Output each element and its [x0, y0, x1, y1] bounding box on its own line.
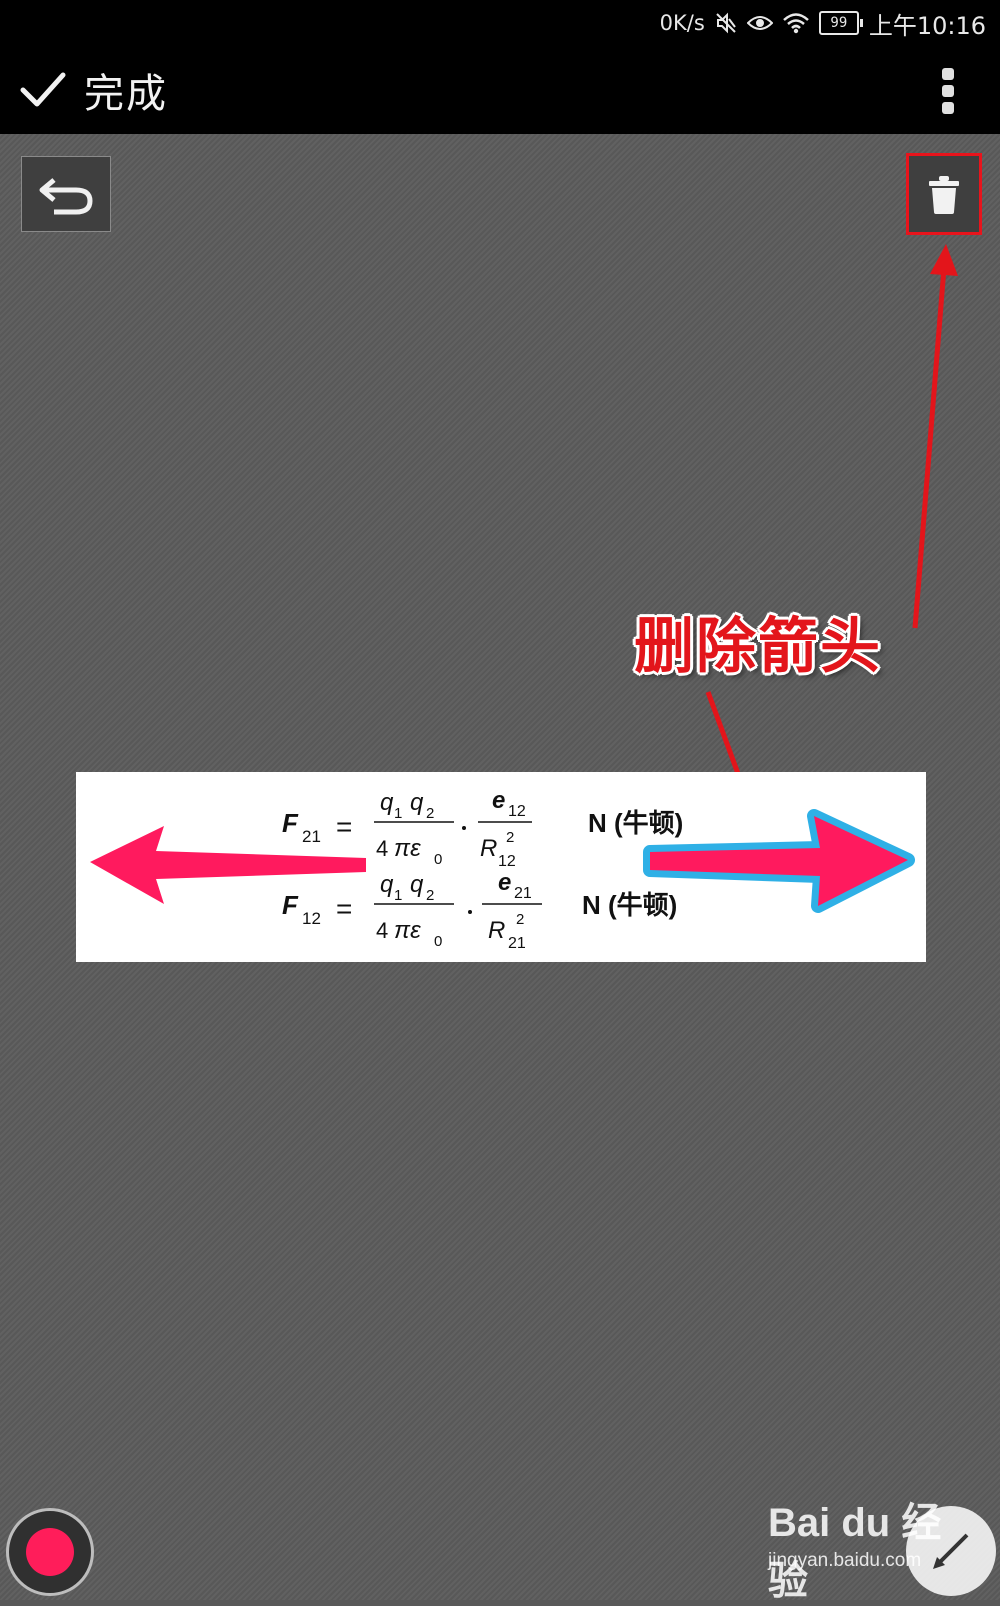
formula2-vec: e — [498, 869, 511, 896]
status-right: 0K/s 99 上午10:16 — [659, 8, 986, 40]
network-speed: 0K/s — [659, 11, 705, 35]
pen-tool-button[interactable] — [906, 1506, 996, 1596]
more-vertical-icon — [942, 68, 954, 80]
formula1-vec-sub: 12 — [508, 803, 526, 820]
formula1-vec: e — [492, 787, 505, 814]
formula2-den-sub: 0 — [434, 933, 442, 950]
formula1-vec-den-sup: 2 — [506, 829, 514, 846]
check-icon — [20, 72, 66, 107]
formula1-lhs: F — [282, 808, 299, 838]
wifi-icon — [782, 13, 809, 34]
formula2-den-4: 4 — [376, 918, 388, 943]
mute-icon — [716, 12, 736, 34]
eye-icon — [746, 16, 773, 30]
color-picker-button[interactable] — [6, 1508, 94, 1596]
formula2-den-pi: πε — [394, 917, 421, 944]
clock: 上午10:16 — [868, 11, 986, 40]
formula2-num-q1: q — [380, 871, 394, 898]
right-arrow-shape[interactable] — [650, 816, 908, 906]
watermark-url: jingyan.baidu.com — [768, 1550, 922, 1571]
formula2-num-sub1: 1 — [394, 887, 402, 904]
formula2-lhs: F — [282, 890, 299, 920]
formula2-unit: N (牛顿) — [582, 890, 677, 920]
formula1-unit: N (牛顿) — [588, 808, 683, 838]
formula1-vec-den: R — [480, 835, 497, 862]
formula1-num-q2: q — [410, 789, 424, 816]
left-arrow-shape[interactable] — [90, 826, 366, 904]
formula2-vec-den-sub: 21 — [508, 935, 526, 952]
formula2-lhs-sub: 12 — [302, 909, 321, 928]
formula2-vec-den: R — [488, 917, 505, 944]
done-label: 完成 — [84, 71, 168, 117]
status-bar: 0K/s 99 上午10:16 — [0, 0, 1000, 44]
top-action-bar: 完成 — [0, 44, 1000, 134]
formula1-num-sub2: 2 — [426, 805, 434, 822]
battery-icon: 99 — [818, 11, 863, 35]
trash-icon — [929, 176, 959, 214]
formula1-num-q1: q — [380, 789, 394, 816]
annotation-label: 删除箭头 — [634, 612, 882, 682]
formula1-den-sub: 0 — [434, 851, 442, 868]
svg-text:=: = — [336, 811, 352, 842]
undo-button[interactable] — [21, 156, 111, 232]
more-options-button[interactable] — [936, 68, 960, 114]
delete-button[interactable] — [907, 155, 981, 235]
formula2-vec-den-sup: 2 — [516, 911, 524, 928]
done-button[interactable]: 完成 — [20, 62, 168, 118]
pen-icon — [933, 1533, 969, 1569]
svg-text:=: = — [336, 893, 352, 924]
undo-icon — [39, 178, 93, 215]
current-color-swatch — [26, 1528, 74, 1576]
formula-image: F 21 = q 1 q 2 4 πε 0 e 12 R 2 12 N (牛顿)… — [76, 772, 926, 962]
formula1-den-pi: πε — [394, 835, 421, 862]
formula1-lhs-sub: 21 — [302, 827, 321, 846]
formula2-num-q2: q — [410, 871, 424, 898]
formula2-vec-sub: 21 — [514, 885, 532, 902]
formula1-num-sub1: 1 — [394, 805, 402, 822]
formula2-num-sub2: 2 — [426, 887, 434, 904]
formula1-vec-den-sub: 12 — [498, 853, 516, 870]
formula1-den-4: 4 — [376, 836, 388, 861]
